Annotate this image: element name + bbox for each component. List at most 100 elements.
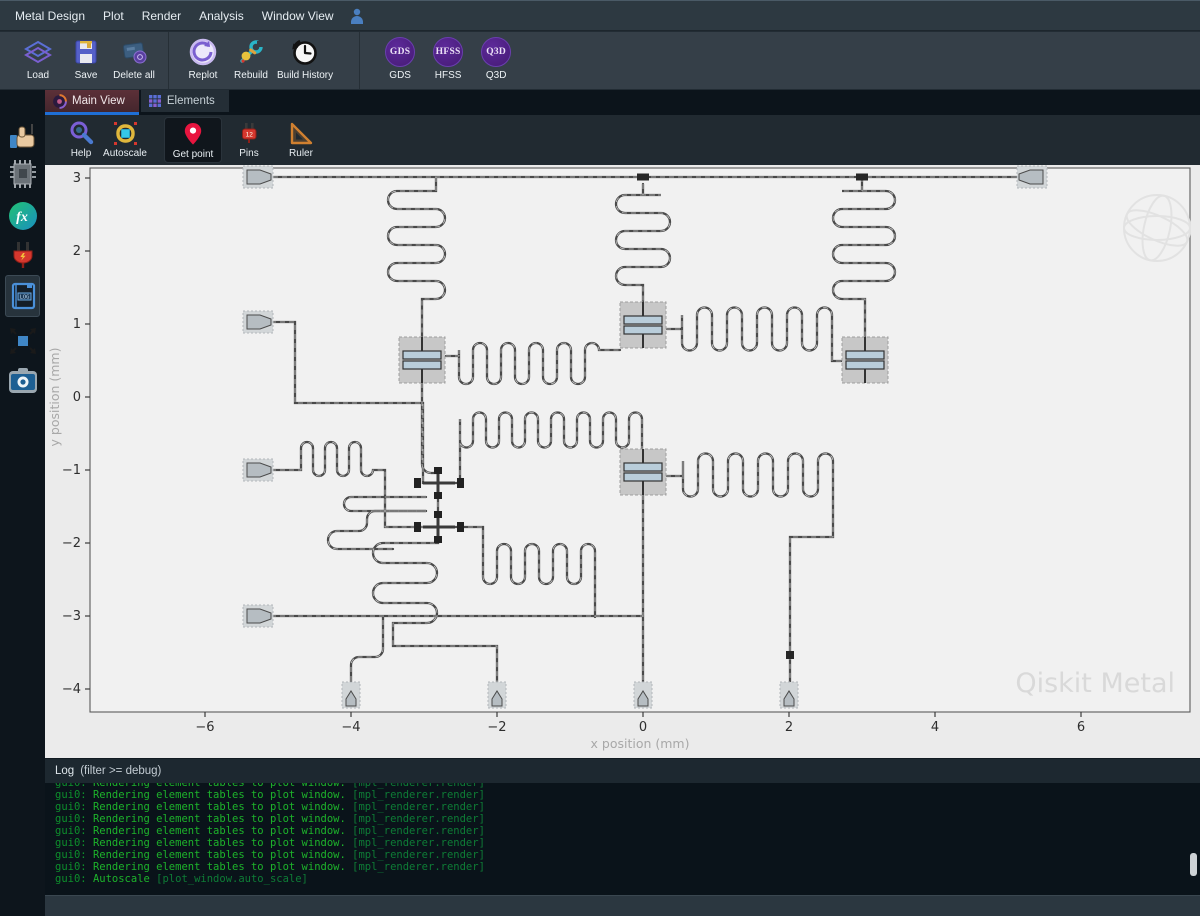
- q3d-label: Q3D: [486, 70, 507, 81]
- x-tick-label: 0: [639, 720, 647, 735]
- history-clock-icon: [289, 36, 321, 68]
- x-axis-label: x position (mm): [591, 736, 690, 751]
- chip-icon[interactable]: [5, 156, 40, 192]
- log-line: gui0: Rendering element tables to plot w…: [55, 849, 1200, 861]
- menu-analysis[interactable]: Analysis: [190, 9, 253, 23]
- hfss-badge-icon: HFSS: [433, 37, 463, 67]
- menu-window-view[interactable]: Window View: [253, 9, 343, 23]
- q3d-renderer-button[interactable]: Q3D Q3D: [474, 32, 518, 89]
- build-history-label: Build History: [277, 70, 333, 81]
- log-line: gui0: Rendering element tables to plot w…: [55, 825, 1200, 837]
- ruler-label: Ruler: [289, 148, 313, 159]
- launch-pad: [1017, 166, 1047, 188]
- thumbs-up-icon[interactable]: [5, 119, 40, 155]
- x-tick-label: 2: [785, 720, 793, 735]
- x-tick-label: −2: [487, 720, 506, 735]
- tab-elements[interactable]: Elements: [141, 90, 229, 115]
- get-point-button[interactable]: Get point: [164, 117, 222, 163]
- status-bar: [45, 895, 1200, 916]
- rebuild-label: Rebuild: [234, 70, 268, 81]
- log-scrollbar-thumb[interactable]: [1190, 853, 1197, 876]
- screenshot-camera-icon[interactable]: [5, 363, 40, 399]
- delete-database-icon: [119, 36, 149, 68]
- gds-renderer-button[interactable]: GDS GDS: [378, 32, 422, 89]
- x-tick-label: 4: [931, 720, 939, 735]
- launch-pad: [780, 682, 798, 708]
- autoscale-icon: [112, 120, 139, 147]
- log-header[interactable]: Log (filter >= debug): [45, 758, 1200, 783]
- expand-icon[interactable]: [5, 323, 40, 359]
- qiskit-metal-window: Metal Design Plot Render Analysis Window…: [0, 0, 1200, 916]
- transmon-qubit: [620, 302, 666, 348]
- replot-button[interactable]: Replot: [181, 32, 225, 89]
- gds-badge-icon: GDS: [385, 37, 415, 67]
- toolbar-separator: [168, 32, 169, 89]
- delete-all-button[interactable]: Delete all: [112, 32, 156, 89]
- load-button[interactable]: Load: [16, 32, 60, 89]
- menubar: Metal Design Plot Render Analysis Window…: [0, 1, 1200, 31]
- y-axis-label: y position (mm): [47, 348, 62, 447]
- q3d-badge-icon: Q3D: [481, 37, 511, 67]
- y-tick-label: 2: [73, 244, 81, 259]
- log-line: gui0: Autoscale [plot_window.auto_scale]: [55, 873, 1200, 885]
- transmon-qubit: [620, 449, 666, 495]
- replot-circular-arrow-icon: [188, 36, 218, 68]
- launch-pad: [243, 166, 273, 188]
- chip-design-figure: −6−4−202463210−1−2−3−4x position (mm)y p…: [45, 165, 1200, 758]
- x-tick-label: 6: [1077, 720, 1085, 735]
- person-icon[interactable]: [349, 7, 365, 25]
- log-line: gui0: Rendering element tables to plot w…: [55, 789, 1200, 801]
- x-tick-label: −4: [341, 720, 360, 735]
- svg-text:12: 12: [246, 132, 254, 139]
- metal-logo-icon: [52, 94, 67, 109]
- floppy-disk-icon: [72, 36, 100, 68]
- rebuild-button[interactable]: Rebuild: [229, 32, 273, 89]
- menu-render[interactable]: Render: [133, 9, 190, 23]
- launch-pad: [243, 459, 273, 481]
- main-panel: Main View Elements Help Autoscale Get po…: [45, 90, 1200, 916]
- y-tick-label: 3: [73, 171, 81, 186]
- y-tick-label: −1: [62, 463, 81, 478]
- launch-pad: [243, 605, 273, 627]
- launch-pad: [634, 682, 652, 708]
- build-history-button[interactable]: Build History: [277, 32, 333, 89]
- delete-all-label: Delete all: [113, 70, 155, 81]
- function-fx-icon[interactable]: fx: [5, 198, 40, 234]
- plug-icon[interactable]: [5, 237, 40, 273]
- pins-button[interactable]: 12 Pins: [227, 117, 271, 163]
- get-point-label: Get point: [173, 149, 214, 160]
- plot-canvas[interactable]: −6−4−202463210−1−2−3−4x position (mm)y p…: [45, 165, 1200, 758]
- log-line: gui0: Rendering element tables to plot w…: [55, 813, 1200, 825]
- pins-label: Pins: [239, 148, 258, 159]
- y-tick-label: −4: [62, 682, 81, 697]
- hfss-renderer-button[interactable]: HFSS HFSS: [426, 32, 470, 89]
- svg-text:LOG: LOG: [19, 295, 29, 301]
- tab-main-view[interactable]: Main View: [45, 90, 139, 115]
- log-panel-icon[interactable]: LOG: [5, 275, 40, 317]
- log-output[interactable]: gui0: Rendering element tables to plot w…: [45, 783, 1200, 895]
- y-tick-label: 0: [73, 390, 81, 405]
- elements-grid-icon: [148, 94, 162, 108]
- menu-metal-design[interactable]: Metal Design: [15, 9, 94, 23]
- autoscale-button[interactable]: Autoscale: [97, 117, 153, 163]
- y-tick-label: 1: [73, 317, 81, 332]
- transmon-qubit: [399, 337, 445, 383]
- launch-pad: [243, 311, 273, 333]
- x-tick-label: −6: [195, 720, 214, 735]
- rebuild-wrench-icon: [236, 36, 266, 68]
- y-tick-label: −2: [62, 536, 81, 551]
- toolbar-separator-2: [359, 32, 360, 89]
- save-button[interactable]: Save: [64, 32, 108, 89]
- autoscale-label: Autoscale: [103, 148, 147, 159]
- ruler-button[interactable]: Ruler: [275, 117, 327, 163]
- save-label: Save: [75, 70, 98, 81]
- menu-plot[interactable]: Plot: [94, 9, 133, 23]
- watermark-text: Qiskit Metal: [1015, 668, 1175, 699]
- log-title: Log: [55, 765, 74, 777]
- hfss-label: HFSS: [435, 70, 462, 81]
- ruler-triangle-icon: [288, 120, 314, 147]
- launch-pad: [488, 682, 506, 708]
- svg-text:fx: fx: [16, 210, 28, 225]
- log-filter-label: (filter >= debug): [80, 765, 161, 777]
- tab-elements-label: Elements: [167, 95, 215, 107]
